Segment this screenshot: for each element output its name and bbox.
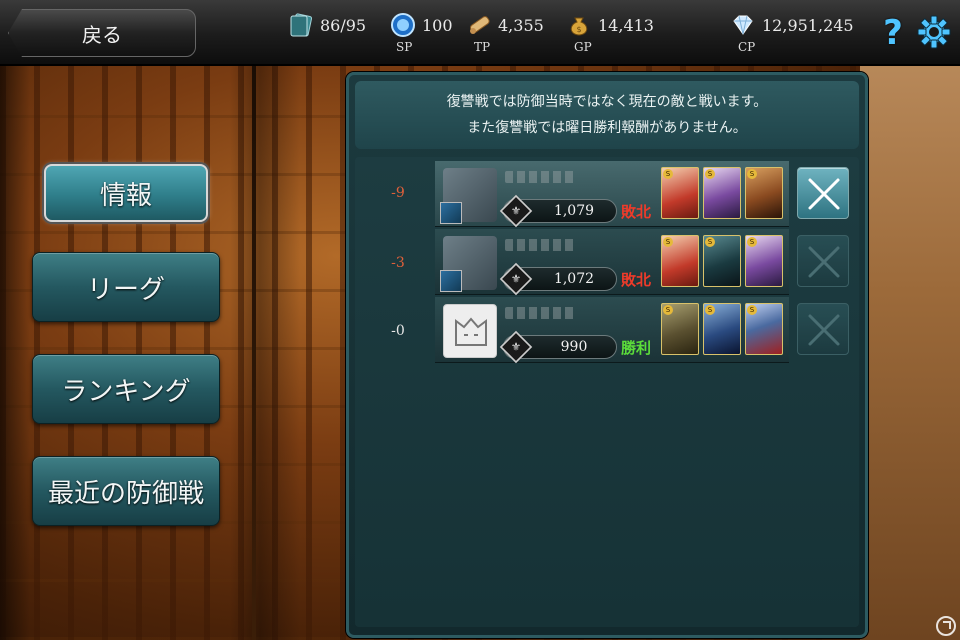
card-thumbnail: S <box>745 303 783 355</box>
menu-item-ranking[interactable]: ランキング <box>32 354 220 424</box>
revenge-attack-button[interactable] <box>797 235 849 287</box>
gp-value: 14,413 <box>598 15 654 35</box>
sp-value: 100 <box>422 15 453 35</box>
menu-item-label: 情報 <box>99 180 152 211</box>
score-change: -3 <box>391 255 405 271</box>
opponent-name-blurred <box>505 307 575 319</box>
rank-value: 1,072 <box>553 271 595 287</box>
cp-stat: 12,951,245 CP <box>730 12 854 56</box>
svg-text:$: $ <box>576 25 581 34</box>
tp-label: TP <box>474 40 491 54</box>
card-thumbnail: S <box>703 235 741 287</box>
background-pillar <box>252 62 256 640</box>
revenge-notice: 復讐戦では防御当時ではなく現在の敵と戦います。 また復讐戦では曜日勝利報酬があり… <box>355 81 859 149</box>
crossed-swords-icon <box>808 178 840 210</box>
card-thumbnail: S <box>703 303 741 355</box>
crossed-swords-icon <box>808 314 840 346</box>
gp-stat: $ 14,413 GP <box>566 12 654 56</box>
opponent-avatar <box>440 236 497 292</box>
back-button[interactable]: 戻る <box>8 9 196 57</box>
notice-line-1: 復讐戦では防御当時ではなく現在の敵と戦います。 <box>446 94 768 110</box>
card-rarity-icon: S <box>747 169 757 179</box>
card-rarity-icon: S <box>663 169 673 179</box>
cp-value: 12,951,245 <box>762 15 854 35</box>
battle-row[interactable]: ⚜ 1,072 敗北 S S S <box>435 229 789 296</box>
battle-result: 敗北 <box>621 271 652 289</box>
rank-value: 1,079 <box>553 203 595 219</box>
score-change: -9 <box>391 185 405 201</box>
revenge-attack-button[interactable] <box>797 303 849 355</box>
card-rarity-icon: S <box>705 305 715 315</box>
card-thumbnail: S <box>745 235 783 287</box>
card-thumbnail: S <box>661 235 699 287</box>
battle-row[interactable]: ⚜ 1,079 敗北 S S S <box>435 161 789 228</box>
rank-pill: ⚜ 990 <box>499 330 617 364</box>
cp-label: CP <box>738 40 756 54</box>
battle-result: 敗北 <box>621 203 652 221</box>
mini-card-thumbnail <box>440 270 462 292</box>
rank-value: 990 <box>560 339 588 355</box>
background-wall <box>860 60 960 640</box>
opponent-avatar <box>440 168 497 224</box>
card-count-value: 86/95 <box>320 15 367 35</box>
card-thumbnail: S <box>745 167 783 219</box>
gp-label: GP <box>574 40 592 54</box>
rank-pill: ⚜ 1,079 <box>499 194 617 228</box>
tp-scroll-icon <box>466 12 492 38</box>
card-count-stat: 86/95 <box>288 12 366 56</box>
menu-item-recent-defense[interactable]: 最近の防御戦 <box>32 456 220 526</box>
opponent-avatar-default <box>443 304 497 358</box>
opponent-name-blurred <box>505 171 575 183</box>
gear-icon[interactable] <box>916 14 952 50</box>
gold-bag-icon: $ <box>566 12 592 38</box>
default-avatar-icon <box>455 317 487 346</box>
card-rarity-icon: S <box>663 237 673 247</box>
mini-card-thumbnail <box>440 202 462 224</box>
menu-item-info[interactable]: 情報 <box>44 164 208 222</box>
sp-stat: 100 SP <box>390 12 453 56</box>
card-stack-icon <box>288 12 314 38</box>
back-button-label: 戻る <box>82 22 122 47</box>
card-thumbnail: S <box>661 167 699 219</box>
fleur-emblem-icon: ⚜ <box>499 194 533 228</box>
card-thumbnail: S <box>703 167 741 219</box>
menu-item-label: ランキング <box>61 376 191 407</box>
fleur-emblem-icon: ⚜ <box>499 330 533 364</box>
score-change: -0 <box>391 323 405 339</box>
sp-label: SP <box>396 40 413 54</box>
watermark-logo-icon <box>936 616 956 636</box>
menu-item-label: リーグ <box>86 274 165 305</box>
battle-list: -9 ⚜ 1,079 敗北 S S S -3 ⚜ 1,072 敗北 S S S … <box>355 157 859 627</box>
top-bar: 戻る 86/95 100 SP 4,355 TP $ 14,413 GP 12,… <box>0 0 960 66</box>
revenge-attack-button[interactable] <box>797 167 849 219</box>
card-thumbnail: S <box>661 303 699 355</box>
rank-pill: ⚜ 1,072 <box>499 262 617 296</box>
help-icon[interactable]: ? <box>878 14 908 52</box>
opponent-name-blurred <box>505 239 575 251</box>
card-rarity-icon: S <box>663 305 673 315</box>
fleur-emblem-icon: ⚜ <box>499 262 533 296</box>
card-rarity-icon: S <box>705 237 715 247</box>
tp-value: 4,355 <box>498 15 544 35</box>
sp-orb-icon <box>390 12 416 38</box>
crossed-swords-icon <box>808 246 840 278</box>
card-rarity-icon: S <box>747 237 757 247</box>
diamond-icon <box>730 12 756 38</box>
battle-row[interactable]: ⚜ 990 勝利 S S S <box>435 297 789 364</box>
card-rarity-icon: S <box>747 305 757 315</box>
notice-line-2: また復讐戦では曜日勝利報酬がありません。 <box>467 120 747 136</box>
defense-history-panel: 復讐戦では防御当時ではなく現在の敵と戦います。 また復讐戦では曜日勝利報酬があり… <box>346 72 868 638</box>
menu-item-league[interactable]: リーグ <box>32 252 220 322</box>
tp-stat: 4,355 TP <box>466 12 544 56</box>
battle-result: 勝利 <box>621 339 652 357</box>
card-rarity-icon: S <box>705 169 715 179</box>
menu-item-label: 最近の防御戦 <box>47 478 204 509</box>
